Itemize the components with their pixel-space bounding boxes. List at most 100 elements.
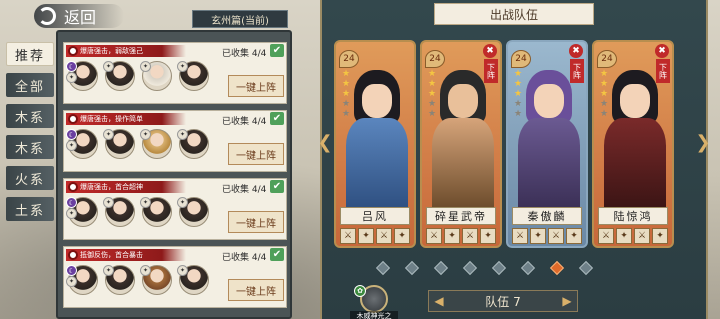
hero-portrait	[430, 70, 496, 210]
chapter-select[interactable]: 玄州篇(当前)	[192, 10, 288, 28]
collected-count: 已收集 4/4	[222, 117, 267, 127]
team-tag: 抵御反伤，首合暴击	[66, 249, 186, 261]
bond-skill-button[interactable]: ✿ 木威神光之	[350, 285, 398, 319]
equip-slot[interactable]: ✦	[652, 228, 668, 244]
hero-portrait	[516, 70, 582, 210]
equip-slot[interactable]: ✦	[616, 228, 632, 244]
page-dot[interactable]	[462, 260, 478, 276]
panel-title: 出战队伍	[434, 3, 594, 25]
equip-slot[interactable]: ✦	[394, 228, 410, 244]
page-dot[interactable]	[491, 260, 507, 276]
hero-avatar[interactable]: ☾ ✦	[66, 265, 102, 299]
hero-avatar[interactable]: ✦	[103, 129, 139, 163]
level-badge: 24	[511, 50, 531, 68]
remove-hero-button[interactable]: 下阵	[484, 59, 498, 83]
page-dot[interactable]	[520, 260, 536, 276]
star-rating: ★ ★ ★ ★ ★	[514, 69, 523, 119]
hero-avatar[interactable]: ✦	[140, 61, 176, 95]
team-tag: 爆唐强击，首合超神	[66, 181, 186, 193]
hero-card[interactable]: 24 ★ ★ ★ ★ ★ ✖ 下阵 秦傲麟 ⚔ ✦ ⚔ ✦	[506, 40, 588, 248]
hero-avatar[interactable]: ☾ ✦	[66, 61, 102, 95]
page-dot[interactable]	[578, 260, 594, 276]
hero-avatar[interactable]: ☾ ✦	[66, 197, 102, 231]
quick-deploy-button[interactable]: 一键上阵	[228, 211, 284, 233]
collected-count: 已收集 4/4	[222, 253, 267, 263]
leaf-icon: ✿	[354, 285, 366, 297]
quick-deploy-button[interactable]: 一键上阵	[228, 75, 284, 97]
tab-earth[interactable]: 土系	[6, 197, 54, 221]
hero-avatar[interactable]: ✦	[177, 129, 213, 163]
back-swirl-icon	[38, 7, 56, 25]
back-label: 返回	[64, 8, 97, 27]
hero-avatar[interactable]: ✦	[140, 265, 176, 299]
hero-portrait	[602, 70, 668, 210]
equip-slot[interactable]: ✦	[566, 228, 582, 244]
equip-slot[interactable]: ⚔	[426, 228, 442, 244]
hero-avatar[interactable]: ✦	[103, 197, 139, 231]
team-preset-list[interactable]: 爆唐强击，弱敌强己 已收集 4/4 ✔ ☾ ✦ ✦ ✦ ✦ 一键上阵 爆唐强击，操…	[56, 30, 292, 319]
collected-count: 已收集 4/4	[222, 49, 267, 59]
chevron-right-icon[interactable]: ▶	[559, 293, 575, 309]
tab-recommended[interactable]: 推荐	[6, 42, 54, 66]
tag-icon	[68, 182, 78, 192]
equip-slot[interactable]: ⚔	[340, 228, 356, 244]
quick-deploy-button[interactable]: 一键上阵	[228, 143, 284, 165]
tab-wood-2[interactable]: 木系	[6, 135, 54, 159]
back-button[interactable]: 返回	[34, 4, 124, 28]
tag-icon	[68, 46, 78, 56]
check-icon: ✔	[270, 112, 284, 125]
equip-slot[interactable]: ⚔	[598, 228, 614, 244]
hero-avatar[interactable]: ✦	[177, 265, 213, 299]
hero-avatars: ☾ ✦ ✦ ✦ ✦	[66, 129, 213, 163]
battle-team-panel: 出战队伍 ❮ ❯ 24 ★ ★ ★ ★ ★ 吕风 ⚔ ✦ ⚔ ✦ 24 ★ ★ ★ ★ ★ ✖ 下阵 …	[317, 0, 711, 319]
equip-slot[interactable]: ⚔	[376, 228, 392, 244]
close-icon[interactable]: ✖	[483, 44, 497, 58]
team-tag: 爆唐强击，弱敌强己	[66, 45, 186, 57]
equip-slot[interactable]: ✦	[480, 228, 496, 244]
level-badge: 24	[425, 50, 445, 68]
hero-card[interactable]: 24 ★ ★ ★ ★ ★ 吕风 ⚔ ✦ ⚔ ✦	[334, 40, 416, 248]
hero-card[interactable]: 24 ★ ★ ★ ★ ★ ✖ 下阵 碎星武帝 ⚔ ✦ ⚔ ✦	[420, 40, 502, 248]
chevron-left-icon[interactable]: ◀	[431, 293, 447, 309]
hero-name: 陆惊鸿	[598, 207, 668, 225]
equip-slot[interactable]: ✦	[530, 228, 546, 244]
equipment-slots: ⚔ ✦ ⚔ ✦	[340, 228, 410, 244]
hero-avatars: ☾ ✦ ✦ ✦ ✦	[66, 197, 213, 231]
hero-avatar[interactable]: ✦	[103, 61, 139, 95]
page-dot[interactable]	[404, 260, 420, 276]
check-icon: ✔	[270, 180, 284, 193]
hero-card[interactable]: 24 ★ ★ ★ ★ ★ ✖ 下阵 陆惊鸿 ⚔ ✦ ⚔ ✦	[592, 40, 674, 248]
hero-avatar[interactable]: ✦	[103, 265, 139, 299]
remove-hero-button[interactable]: 下阵	[656, 59, 670, 83]
team-selector: ◀ 队伍 7 ▶	[428, 290, 578, 312]
quick-deploy-button[interactable]: 一键上阵	[228, 279, 284, 301]
close-icon[interactable]: ✖	[569, 44, 583, 58]
equip-slot[interactable]: ⚔	[462, 228, 478, 244]
equipment-slots: ⚔ ✦ ⚔ ✦	[512, 228, 582, 244]
equip-slot[interactable]: ⚔	[634, 228, 650, 244]
tag-icon	[68, 114, 78, 124]
page-dot[interactable]	[433, 260, 449, 276]
team-name: 队伍 7	[485, 294, 521, 309]
remove-hero-button[interactable]: 下阵	[570, 59, 584, 83]
tab-all[interactable]: 全部	[6, 73, 54, 97]
page-dot[interactable]	[375, 260, 391, 276]
close-icon[interactable]: ✖	[655, 44, 669, 58]
page-dot-active[interactable]	[549, 260, 565, 276]
chevron-left-icon[interactable]: ❮	[317, 131, 332, 153]
equip-slot[interactable]: ⚔	[548, 228, 564, 244]
hero-avatar[interactable]: ✦	[140, 197, 176, 231]
hero-avatar[interactable]: ✦	[177, 197, 213, 231]
tab-fire[interactable]: 火系	[6, 166, 54, 190]
hero-avatar[interactable]: ✦	[140, 129, 176, 163]
hero-avatar[interactable]: ✦	[177, 61, 213, 95]
chevron-right-icon[interactable]: ❯	[695, 131, 710, 153]
equip-slot[interactable]: ⚔	[512, 228, 528, 244]
hero-name: 吕风	[340, 207, 410, 225]
tab-wood-1[interactable]: 木系	[6, 104, 54, 128]
equip-slot[interactable]: ✦	[444, 228, 460, 244]
equip-slot[interactable]: ✦	[358, 228, 374, 244]
category-tabs: 推荐 全部 木系 木系 火系 土系	[6, 42, 54, 228]
hero-avatars: ☾ ✦ ✦ ✦ ✦	[66, 265, 213, 299]
hero-avatar[interactable]: ☾ ✦	[66, 129, 102, 163]
